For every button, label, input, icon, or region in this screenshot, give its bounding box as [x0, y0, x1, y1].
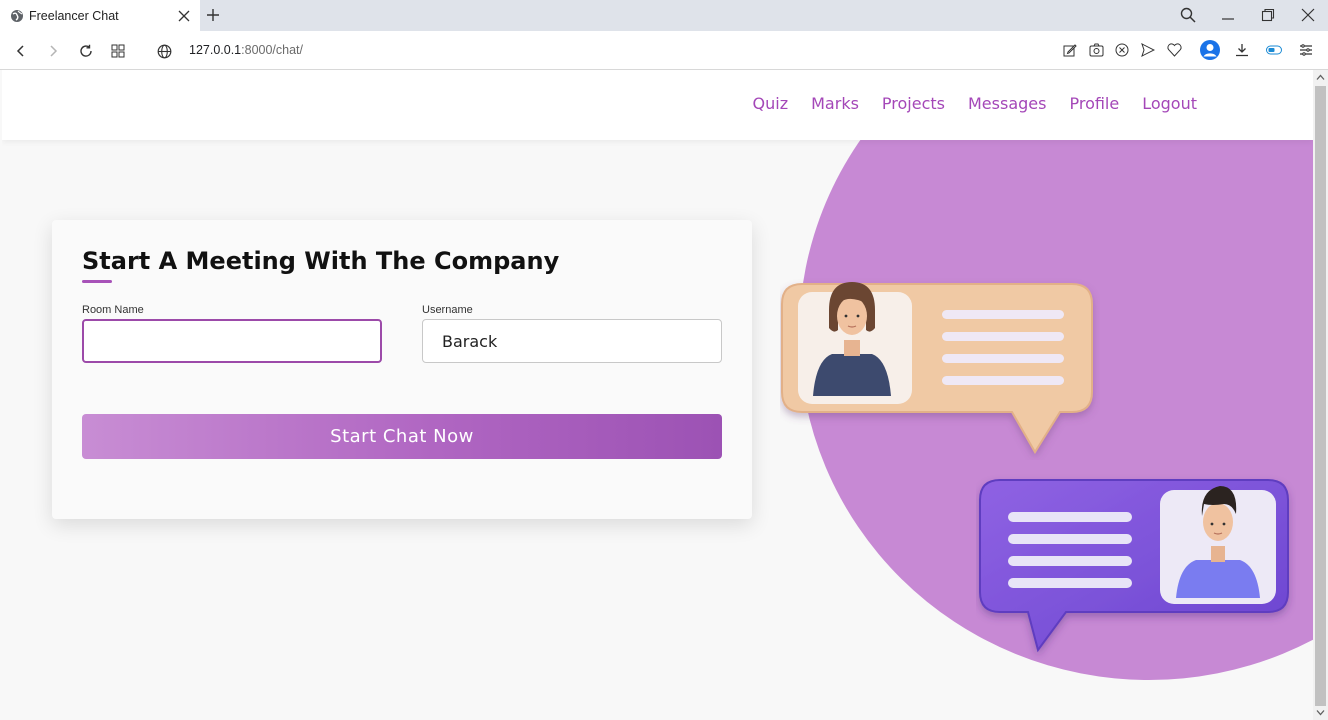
room-name-label: Room Name	[82, 304, 144, 316]
send-icon[interactable]	[1139, 41, 1157, 59]
nav-projects[interactable]: Projects	[882, 94, 945, 113]
nav-profile[interactable]: Profile	[1069, 94, 1119, 113]
download-icon[interactable]	[1233, 41, 1251, 59]
grid-icon[interactable]	[108, 41, 128, 61]
chevron-down-icon[interactable]	[1316, 708, 1325, 717]
site-header: Quiz Marks Projects Messages Profile Log…	[2, 70, 1313, 140]
arrow-left-icon[interactable]	[11, 41, 31, 61]
site-info-globe-icon[interactable]	[154, 41, 174, 61]
edit-icon[interactable]	[1061, 41, 1079, 59]
browser-tab-bar: Freelancer Chat	[0, 0, 1328, 31]
url-path: :8000/chat/	[241, 43, 303, 57]
page-content: Quiz Marks Projects Messages Profile Log…	[2, 70, 1313, 720]
browser-tab[interactable]: Freelancer Chat	[0, 0, 200, 31]
url-field[interactable]: 127.0.0.1:8000/chat/	[189, 43, 303, 57]
chevron-up-icon[interactable]	[1316, 73, 1325, 82]
start-chat-button[interactable]: Start Chat Now	[82, 414, 722, 459]
block-icon[interactable]	[1113, 41, 1131, 59]
menu-icon[interactable]	[1297, 41, 1315, 59]
page-scrollbar[interactable]	[1313, 70, 1328, 720]
chat-illustration-woman	[781, 282, 1093, 454]
browser-address-bar: 127.0.0.1:8000/chat/	[0, 31, 1328, 70]
camera-icon[interactable]	[1087, 41, 1105, 59]
room-name-input[interactable]	[82, 319, 382, 363]
scrollbar-thumb[interactable]	[1315, 86, 1326, 706]
minimize-icon[interactable]	[1219, 6, 1237, 24]
nav-messages[interactable]: Messages	[968, 94, 1046, 113]
globe-icon	[10, 9, 24, 23]
meeting-form-card: Start A Meeting With The Company Room Na…	[52, 220, 752, 519]
close-icon[interactable]	[176, 8, 192, 24]
tab-title: Freelancer Chat	[29, 8, 119, 23]
chat-illustration-man	[979, 479, 1289, 653]
nav-marks[interactable]: Marks	[811, 94, 859, 113]
form-title: Start A Meeting With The Company	[82, 247, 560, 275]
main-nav: Quiz Marks Projects Messages Profile Log…	[753, 94, 1197, 113]
restore-icon[interactable]	[1259, 6, 1277, 24]
username-label: Username	[422, 304, 473, 316]
url-host: 127.0.0.1	[189, 43, 242, 57]
heart-icon[interactable]	[1165, 41, 1183, 59]
window-close-icon[interactable]	[1299, 6, 1317, 24]
reload-icon[interactable]	[76, 41, 96, 61]
arrow-right-icon[interactable]	[43, 41, 63, 61]
toggle-icon[interactable]	[1265, 41, 1283, 59]
new-tab-icon[interactable]	[204, 6, 222, 24]
search-icon[interactable]	[1179, 6, 1197, 24]
nav-quiz[interactable]: Quiz	[753, 94, 789, 113]
avatar-icon[interactable]	[1199, 39, 1221, 61]
username-input[interactable]	[422, 319, 722, 363]
title-underline	[82, 280, 112, 283]
nav-logout[interactable]: Logout	[1142, 94, 1197, 113]
